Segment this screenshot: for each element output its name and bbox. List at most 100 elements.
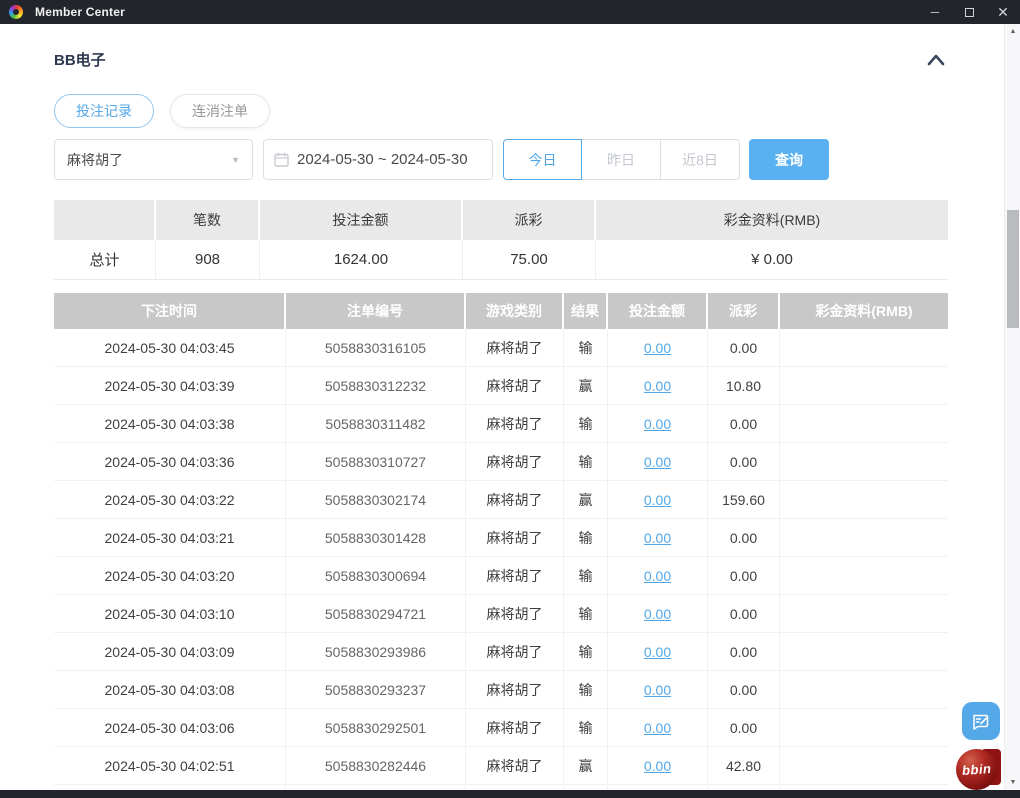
- summary-total-count: 908: [156, 240, 260, 280]
- chevron-down-icon: ▼: [231, 154, 240, 165]
- quick-range-today[interactable]: 今日: [503, 139, 582, 180]
- order-no-cell: 5058830316105: [286, 329, 466, 367]
- bet-amount-cell: 0.00: [608, 443, 708, 481]
- bonus-cell: [780, 481, 948, 519]
- order-no-cell: 5058830311482: [286, 405, 466, 443]
- quick-range-yesterday[interactable]: 昨日: [582, 139, 661, 180]
- bet-time-cell: 2024-05-30 04:03:39: [54, 367, 286, 405]
- bet-time-cell: 2024-05-30 04:03:36: [54, 443, 286, 481]
- bet-amount-cell: 0.00: [608, 405, 708, 443]
- app-logo-icon: [9, 5, 23, 19]
- bet-amount-link[interactable]: 0.00: [644, 378, 671, 394]
- payout-cell: 159.60: [708, 481, 780, 519]
- bet-amount-link[interactable]: 0.00: [644, 606, 671, 622]
- summary-total-bet-amount: 1624.00: [260, 240, 463, 280]
- bonus-cell: [780, 671, 948, 709]
- game-type-cell: 麻将胡了: [466, 633, 564, 671]
- bet-amount-cell: 0.00: [608, 595, 708, 633]
- minimize-button[interactable]: ─: [918, 0, 952, 24]
- quick-range-last8days[interactable]: 近8日: [661, 139, 740, 180]
- order-no-cell: 5058830312232: [286, 367, 466, 405]
- tab-bet-records[interactable]: 投注记录: [54, 94, 154, 128]
- table-row: 2024-05-30 04:03:09 5058830293986 麻将胡了输 0.0…: [54, 633, 948, 671]
- col-header-game-type: 游戏类别: [466, 293, 564, 329]
- summary-header-bonus: 彩金资料(RMB): [596, 200, 948, 240]
- bet-table-body: 2024-05-30 04:03:45 5058830316105 麻将胡了输 0.0…: [54, 329, 948, 785]
- payout-cell: 0.00: [708, 405, 780, 443]
- bet-time-cell: 2024-05-30 04:03:09: [54, 633, 286, 671]
- order-no-cell: 5058830282446: [286, 747, 466, 785]
- result-cell: 输: [564, 329, 608, 367]
- maximize-button[interactable]: [952, 0, 986, 24]
- date-range-picker[interactable]: 2024-05-30 ~ 2024-05-30: [263, 139, 493, 180]
- bet-amount-link[interactable]: 0.00: [644, 340, 671, 356]
- bonus-cell: [780, 595, 948, 633]
- page-title: BB电子: [54, 52, 106, 69]
- bet-amount-cell: 0.00: [608, 329, 708, 367]
- table-row: 2024-05-30 04:03:38 5058830311482 麻将胡了输 0.0…: [54, 405, 948, 443]
- result-cell: 赢: [564, 367, 608, 405]
- bet-amount-cell: 0.00: [608, 519, 708, 557]
- feedback-button[interactable]: [962, 702, 1000, 740]
- game-select[interactable]: 麻将胡了 ▼: [54, 139, 253, 180]
- bet-time-cell: 2024-05-30 04:03:22: [54, 481, 286, 519]
- result-cell: 输: [564, 709, 608, 747]
- scrollbar-thumb[interactable]: [1007, 210, 1019, 328]
- close-button[interactable]: ✕: [986, 0, 1020, 24]
- title-bar: Member Center ─ ✕: [0, 0, 1020, 24]
- game-type-cell: 麻将胡了: [466, 671, 564, 709]
- table-row: 2024-05-30 04:02:51 5058830282446 麻将胡了赢 0.0…: [54, 747, 948, 785]
- scroll-down-arrow-icon[interactable]: ▼: [1005, 779, 1020, 786]
- payout-cell: 0.00: [708, 595, 780, 633]
- table-row: 2024-05-30 04:03:39 5058830312232 麻将胡了赢 0.0…: [54, 367, 948, 405]
- main-panel: BB电子 投注记录 连消注单 麻将胡了 ▼ 2024-05-30 ~ 2024-…: [54, 24, 948, 790]
- col-header-result: 结果: [564, 293, 608, 329]
- game-type-cell: 麻将胡了: [466, 481, 564, 519]
- bet-time-cell: 2024-05-30 04:03:20: [54, 557, 286, 595]
- bet-amount-link[interactable]: 0.00: [644, 682, 671, 698]
- result-cell: 输: [564, 671, 608, 709]
- bonus-cell: [780, 367, 948, 405]
- scroll-up-arrow-icon[interactable]: ▲: [1005, 28, 1020, 35]
- game-select-value: 麻将胡了: [67, 151, 123, 168]
- bet-amount-link[interactable]: 0.00: [644, 492, 671, 508]
- payout-cell: 10.80: [708, 367, 780, 405]
- bet-amount-link[interactable]: 0.00: [644, 454, 671, 470]
- maximize-icon: [964, 7, 974, 17]
- bet-amount-cell: 0.00: [608, 709, 708, 747]
- order-no-cell: 5058830302174: [286, 481, 466, 519]
- game-type-cell: 麻将胡了: [466, 443, 564, 481]
- payout-cell: 0.00: [708, 671, 780, 709]
- table-row: 2024-05-30 04:03:21 5058830301428 麻将胡了输 0.0…: [54, 519, 948, 557]
- bet-time-cell: 2024-05-30 04:03:08: [54, 671, 286, 709]
- table-row: 2024-05-30 04:03:10 5058830294721 麻将胡了输 0.0…: [54, 595, 948, 633]
- game-type-cell: 麻将胡了: [466, 405, 564, 443]
- order-no-cell: 5058830300694: [286, 557, 466, 595]
- bet-amount-cell: 0.00: [608, 481, 708, 519]
- tab-cancelled-orders[interactable]: 连消注单: [170, 94, 270, 128]
- summary-header-payout: 派彩: [463, 200, 596, 240]
- game-type-cell: 麻将胡了: [466, 595, 564, 633]
- bet-amount-link[interactable]: 0.00: [644, 416, 671, 432]
- bet-amount-link[interactable]: 0.00: [644, 530, 671, 546]
- result-cell: 输: [564, 405, 608, 443]
- bet-amount-link[interactable]: 0.00: [644, 720, 671, 736]
- summary-total-payout: 75.00: [463, 240, 596, 280]
- bet-amount-link[interactable]: 0.00: [644, 758, 671, 774]
- bet-amount-link[interactable]: 0.00: [644, 644, 671, 660]
- collapse-section-button[interactable]: [924, 51, 948, 69]
- search-button[interactable]: 查询: [749, 139, 829, 180]
- calendar-icon: [274, 152, 289, 167]
- game-type-cell: 麻将胡了: [466, 709, 564, 747]
- date-range-value: 2024-05-30 ~ 2024-05-30: [297, 151, 468, 168]
- result-cell: 赢: [564, 481, 608, 519]
- content-area: BB电子 投注记录 连消注单 麻将胡了 ▼ 2024-05-30 ~ 2024-…: [0, 24, 1004, 790]
- bonus-cell: [780, 747, 948, 785]
- summary-header-count: 笔数: [156, 200, 260, 240]
- vertical-scrollbar[interactable]: ▲ ▼: [1004, 24, 1020, 790]
- summary-header-bet-amount: 投注金额: [260, 200, 463, 240]
- result-cell: 输: [564, 595, 608, 633]
- bet-amount-link[interactable]: 0.00: [644, 568, 671, 584]
- summary-total-bonus: ¥ 0.00: [596, 240, 948, 280]
- bbin-logo[interactable]: bbin: [955, 746, 1003, 792]
